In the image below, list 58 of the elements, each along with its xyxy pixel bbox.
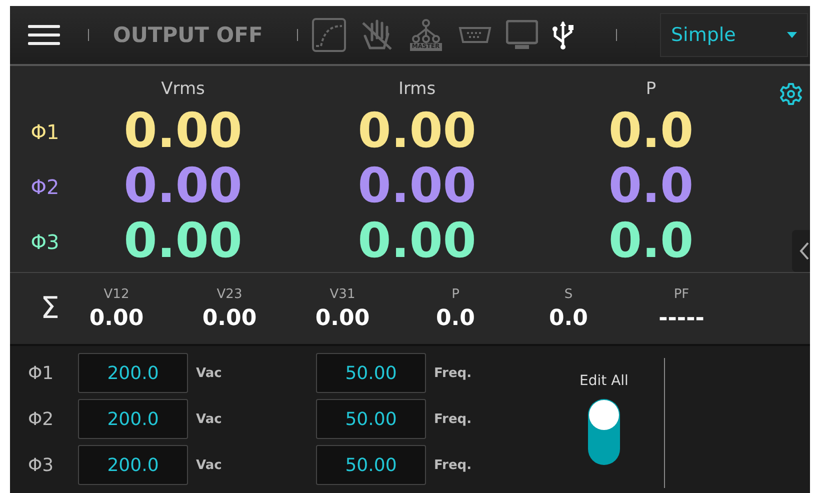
sum-value: 0.0 — [549, 306, 588, 330]
frequency-field[interactable]: 50.00 — [316, 353, 426, 393]
edit-all-label: Edit All — [580, 373, 628, 389]
sum-symbol: Σ — [40, 291, 60, 326]
sum-value: 0.00 — [315, 306, 370, 330]
reading-value: 0.00 — [356, 104, 478, 159]
unit-label: Vac — [195, 366, 223, 380]
output-status: OUTPUT OFF — [113, 23, 263, 47]
frequency-field[interactable]: 50.00 — [316, 399, 426, 439]
unit-label: Freq. — [433, 366, 473, 380]
sum-label: V23 — [216, 286, 242, 302]
caret-icon — [787, 32, 797, 38]
phase-label: Φ2 — [28, 408, 55, 430]
sum-label: P — [452, 286, 460, 302]
chevron-left-icon — [799, 242, 809, 260]
column-header: Irms — [397, 79, 437, 99]
sum-label: PF — [674, 286, 690, 302]
frequency-field[interactable]: 50.00 — [316, 445, 426, 485]
voltage-field[interactable]: 200.0 — [78, 399, 188, 439]
phase-label: Φ1 — [30, 120, 60, 144]
serial-port-icon[interactable] — [458, 25, 492, 45]
reading-value: 0.00 — [122, 104, 244, 159]
phase-label: Φ2 — [30, 174, 60, 198]
phase-label: Φ3 — [30, 230, 60, 254]
ramp-curve-icon[interactable] — [312, 18, 346, 52]
sum-value: 0.0 — [436, 306, 475, 330]
reading-value: 0.0 — [607, 159, 695, 214]
side-panel-tab[interactable] — [792, 230, 810, 272]
edit-all-toggle[interactable] — [588, 399, 620, 465]
usb-icon[interactable] — [552, 20, 574, 50]
reading-value: 0.0 — [607, 104, 695, 159]
column-header: P — [644, 79, 658, 99]
voltage-field[interactable]: 200.0 — [78, 353, 188, 393]
unit-label: Vac — [195, 458, 223, 472]
reading-value: 0.00 — [356, 214, 478, 269]
sum-label: V12 — [104, 286, 130, 302]
unit-label: Freq. — [433, 458, 473, 472]
reading-value: 0.00 — [356, 159, 478, 214]
monitor-icon[interactable] — [506, 20, 538, 50]
phase-label: Φ3 — [28, 454, 55, 476]
reading-value: 0.0 — [607, 214, 695, 269]
unit-label: Vac — [195, 412, 223, 426]
reading-value: 0.00 — [122, 159, 244, 214]
mode-dropdown[interactable]: Simple — [660, 13, 808, 57]
sum-label: V31 — [330, 286, 356, 302]
menu-icon — [28, 24, 60, 46]
sum-value: ----- — [658, 306, 704, 330]
voltage-field[interactable]: 200.0 — [78, 445, 188, 485]
phase-label: Φ1 — [28, 362, 55, 384]
sum-value: 0.00 — [89, 306, 144, 330]
sum-value: 0.00 — [202, 306, 257, 330]
column-header: Vrms — [160, 79, 206, 99]
sum-label: S — [564, 286, 573, 302]
unit-label: Freq. — [433, 412, 473, 426]
menu-button[interactable] — [28, 24, 60, 46]
settings-icon[interactable] — [779, 82, 803, 106]
reading-value: 0.00 — [122, 214, 244, 269]
crossed-hand-icon[interactable] — [360, 18, 394, 52]
